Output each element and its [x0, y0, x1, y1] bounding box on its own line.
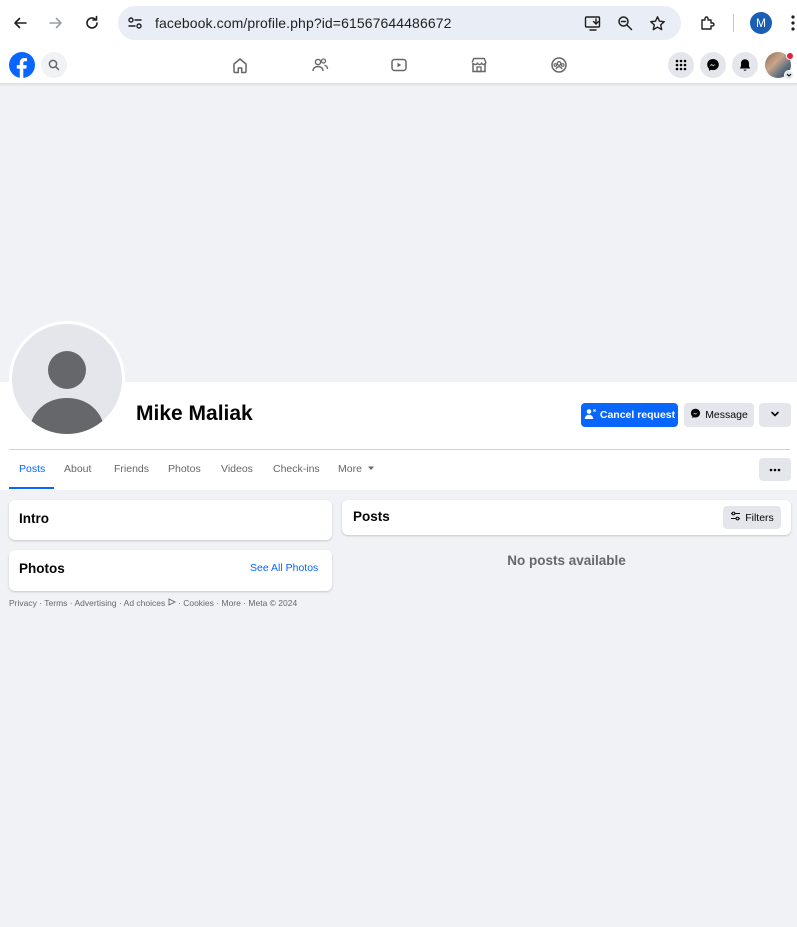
no-posts-message: No posts available — [507, 553, 626, 568]
home-icon[interactable] — [229, 54, 251, 76]
filters-label: Filters — [745, 511, 774, 524]
footer-links: Privacy · Terms · Advertising · Ad choic… — [9, 598, 298, 608]
notification-dot — [786, 52, 794, 60]
friends-icon[interactable] — [309, 54, 331, 76]
toolbar-divider — [733, 14, 734, 32]
profile-options-button[interactable] — [759, 403, 791, 427]
messenger-icon — [690, 408, 701, 422]
footer-copyright: Meta © 2024 — [248, 598, 298, 608]
caret-down-icon — [367, 466, 374, 470]
see-all-photos-link[interactable]: See All Photos — [250, 562, 318, 574]
footer-link-privacy[interactable]: Privacy — [9, 598, 37, 608]
tab-photos[interactable]: Photos — [168, 463, 201, 475]
browser-profile-avatar[interactable]: M — [750, 12, 772, 34]
footer-link-more[interactable]: More — [221, 598, 240, 608]
browser-toolbar: facebook.com/profile.php?id=615676444866… — [0, 0, 797, 46]
tab-check-ins[interactable]: Check-ins — [273, 463, 320, 475]
posts-title: Posts — [353, 509, 390, 524]
bell-icon[interactable] — [732, 52, 758, 78]
footer-link-ad-choices[interactable]: Ad choices — [124, 598, 176, 608]
back-icon[interactable] — [6, 9, 34, 37]
cancel-request-button[interactable]: Cancel request — [581, 403, 678, 427]
site-info-icon[interactable] — [124, 12, 146, 34]
footer-link-advertising[interactable]: Advertising — [75, 598, 117, 608]
address-bar[interactable]: facebook.com/profile.php?id=615676444866… — [118, 6, 681, 40]
chevron-down-icon — [770, 409, 780, 422]
facebook-logo[interactable] — [9, 52, 35, 78]
marketplace-icon[interactable] — [468, 54, 490, 76]
profile-picture[interactable] — [9, 321, 125, 437]
watch-icon[interactable] — [388, 54, 410, 76]
star-icon[interactable] — [646, 12, 668, 34]
tab-friends[interactable]: Friends — [114, 463, 149, 475]
message-button[interactable]: Message — [684, 403, 754, 427]
tab-more[interactable]: More — [338, 463, 375, 475]
profile-name: Mike Maliak — [136, 402, 253, 425]
more-vert-icon[interactable] — [790, 14, 796, 32]
url-text[interactable]: facebook.com/profile.php?id=615676444866… — [155, 15, 452, 31]
intro-title: Intro — [19, 511, 49, 526]
filters-button[interactable]: Filters — [723, 506, 781, 529]
intro-card: Intro — [9, 500, 332, 540]
cancel-request-label: Cancel request — [599, 409, 676, 421]
footer-link-cookies[interactable]: Cookies — [183, 598, 214, 608]
chevron-down-icon[interactable] — [784, 70, 794, 80]
messenger-icon[interactable] — [700, 52, 726, 78]
tab-videos[interactable]: Videos — [221, 463, 253, 475]
message-label: Message — [705, 409, 748, 421]
ad-choices-icon — [168, 598, 176, 606]
ad-choices-label: Ad choices — [123, 598, 166, 608]
photos-title: Photos — [19, 561, 65, 576]
tab-posts[interactable]: Posts — [19, 463, 45, 475]
tab-about[interactable]: About — [64, 463, 91, 475]
reload-icon[interactable] — [78, 9, 106, 37]
zoom-icon[interactable] — [614, 12, 636, 34]
active-tab-indicator — [9, 487, 54, 489]
more-horiz-icon[interactable] — [759, 458, 791, 481]
add-friend-icon — [584, 408, 596, 423]
filters-icon — [730, 511, 741, 524]
facebook-header — [0, 46, 797, 84]
header-divider — [9, 449, 790, 450]
install-icon[interactable] — [582, 12, 604, 34]
search-icon[interactable] — [41, 52, 67, 78]
forward-icon[interactable] — [42, 9, 70, 37]
groups-icon[interactable] — [548, 54, 570, 76]
tab-more-label: More — [338, 463, 362, 475]
extensions-icon[interactable] — [694, 9, 722, 37]
menu-grid-icon[interactable] — [668, 52, 694, 78]
footer-link-terms[interactable]: Terms — [44, 598, 67, 608]
default-avatar-icon — [29, 351, 105, 434]
account-avatar[interactable] — [765, 52, 794, 80]
